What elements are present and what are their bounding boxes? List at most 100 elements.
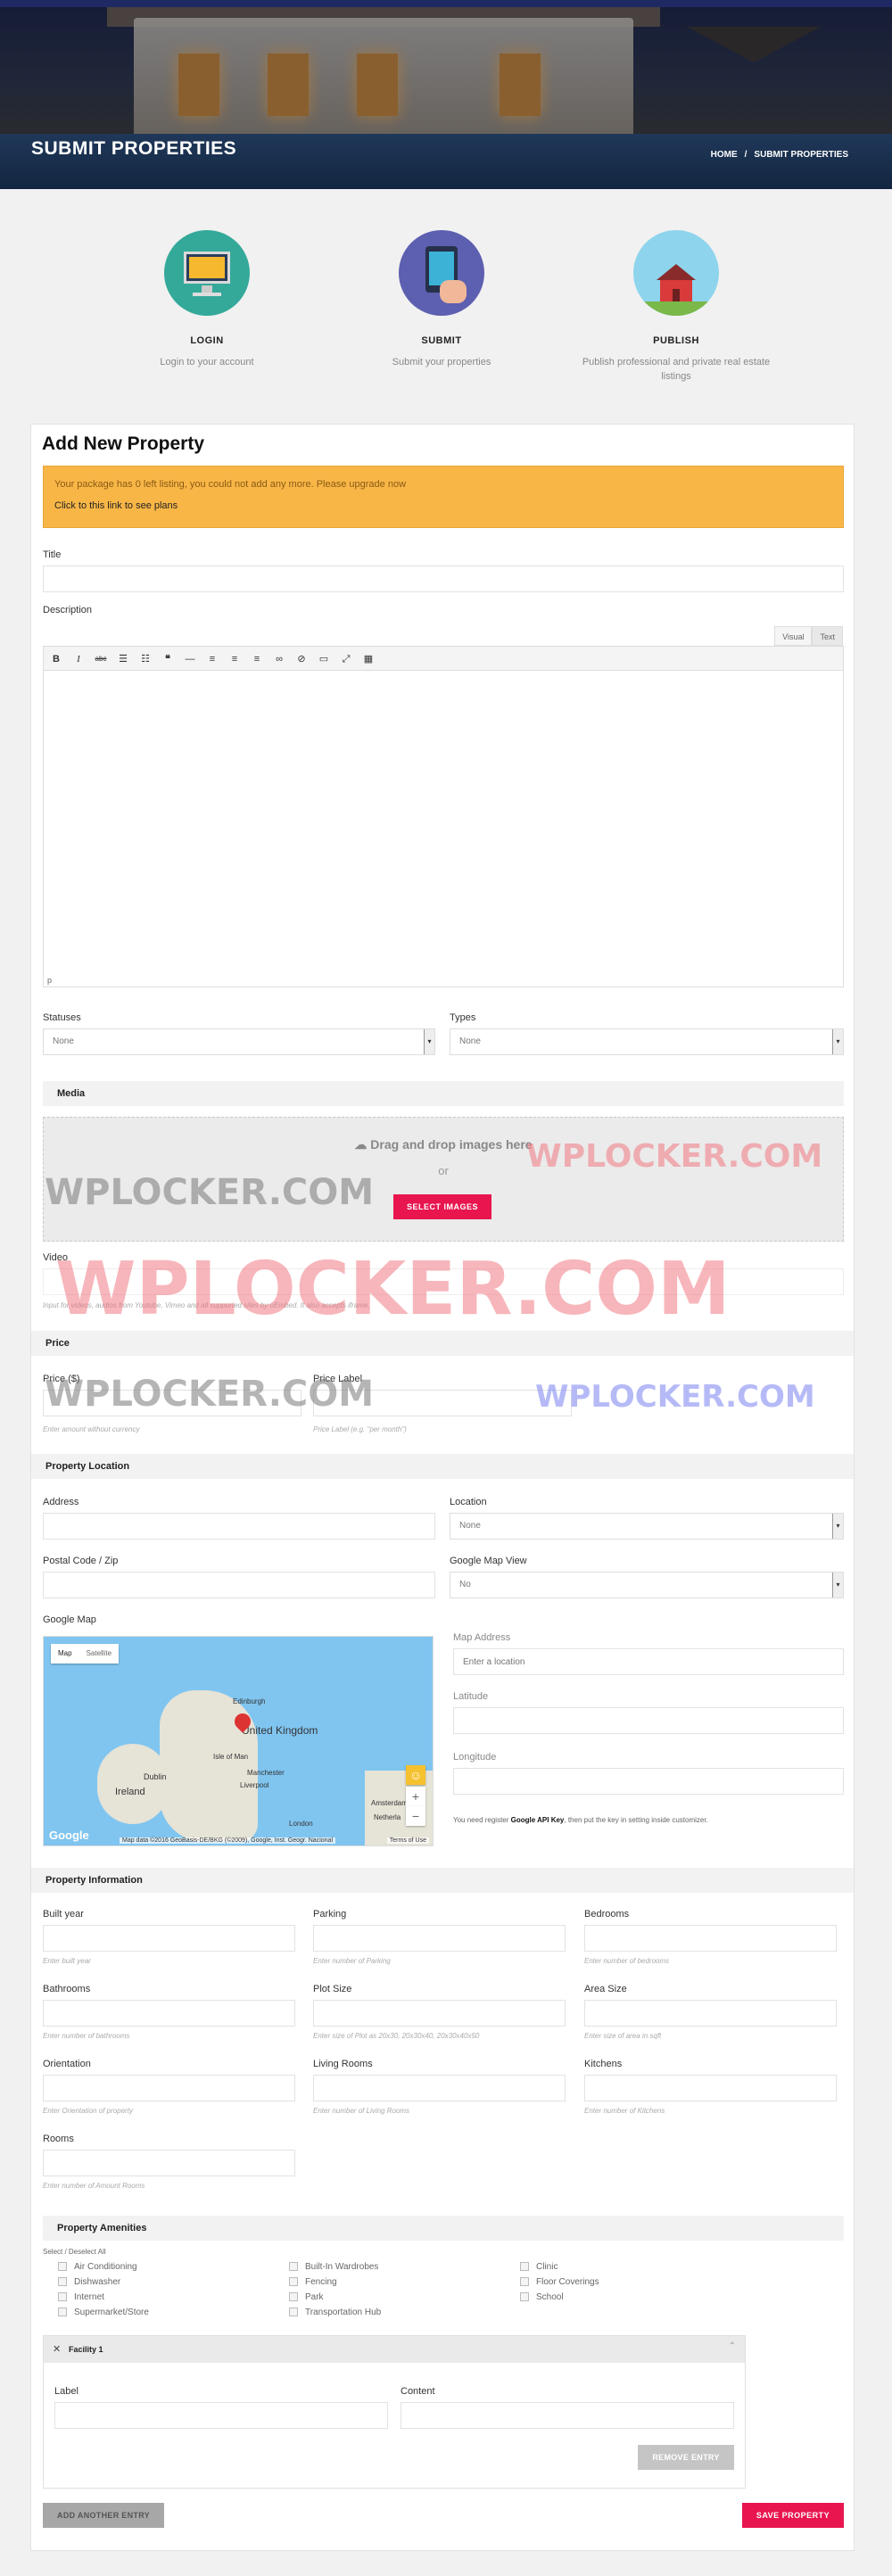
kitchen-sink-icon[interactable]: ▦ <box>361 652 376 666</box>
amenity-checkbox[interactable]: Fencing <box>289 2277 337 2287</box>
add-entry-button[interactable]: ADD ANOTHER ENTRY <box>43 2503 164 2528</box>
facility-label-label: Label <box>54 2386 78 2397</box>
mapview-select[interactable]: No ▾ <box>450 1572 844 1598</box>
amenity-checkbox[interactable]: School <box>520 2292 564 2302</box>
fullscreen-icon[interactable]: ⤢ <box>339 652 353 666</box>
rooms-hint: Enter number of Amount Rooms <box>43 2182 145 2190</box>
collapse-icon[interactable]: ⌃ <box>729 2341 736 2351</box>
plot-size-hint: Enter size of Plot as 20x30, 20x30x40, 2… <box>313 2032 480 2040</box>
step-desc: Login to your account <box>160 357 254 367</box>
description-editor[interactable]: p <box>43 671 844 987</box>
horizontal-rule-icon[interactable]: — <box>183 652 197 666</box>
rooms-label: Rooms <box>43 2134 74 2144</box>
tab-visual[interactable]: Visual <box>774 626 813 646</box>
strikethrough-icon[interactable]: abc <box>94 652 108 666</box>
google-map[interactable]: Map Satellite Edinburgh United Kingdom Is… <box>43 1636 434 1846</box>
longitude-input[interactable] <box>453 1768 844 1795</box>
latitude-input[interactable] <box>453 1707 844 1734</box>
mapview-label: Google Map View <box>450 1556 527 1566</box>
numbered-list-icon[interactable]: ☷ <box>138 652 153 666</box>
facility-group: ✕ Facility 1 ⌃ Label Content REMOVE ENTR… <box>43 2335 746 2489</box>
blockquote-icon[interactable]: ❝ <box>161 652 175 666</box>
price-label: Price ($) <box>43 1374 80 1384</box>
facility-content-input[interactable] <box>401 2402 734 2429</box>
location-select[interactable]: None ▾ <box>450 1513 844 1540</box>
built-year-input[interactable] <box>43 1925 295 1952</box>
pegman-icon[interactable]: ☺ <box>406 1765 425 1785</box>
bold-icon[interactable]: B <box>49 652 63 666</box>
breadcrumb-home[interactable]: HOME <box>711 150 738 160</box>
facility-header[interactable]: ✕ Facility 1 ⌃ <box>44 2336 745 2363</box>
price-label-input[interactable] <box>313 1390 572 1416</box>
facility-label-input[interactable] <box>54 2402 388 2429</box>
read-more-icon[interactable]: ▭ <box>317 652 331 666</box>
align-right-icon[interactable]: ≡ <box>250 652 264 666</box>
plot-size-input[interactable] <box>313 2000 566 2027</box>
area-size-input[interactable] <box>584 2000 837 2027</box>
facility-content-label: Content <box>401 2386 435 2397</box>
save-property-button[interactable]: SAVE PROPERTY <box>742 2503 844 2528</box>
align-center-icon[interactable]: ≡ <box>227 652 242 666</box>
chevron-down-icon: ▾ <box>424 1029 434 1054</box>
rooms-input[interactable] <box>43 2150 295 2176</box>
location-label: Location <box>450 1497 487 1507</box>
map-label: Isle of Man <box>213 1753 249 1761</box>
built-year-label: Built year <box>43 1909 84 1920</box>
orientation-input[interactable] <box>43 2075 295 2101</box>
map-terms-link[interactable]: Terms of Use <box>386 1837 429 1844</box>
statuses-select[interactable]: None ▾ <box>43 1028 435 1055</box>
price-hint: Enter amount without currency <box>43 1425 140 1433</box>
address-input[interactable] <box>43 1513 435 1540</box>
close-icon[interactable]: ✕ <box>53 2343 61 2355</box>
media-section: Media <box>43 1081 844 1106</box>
house-icon <box>633 230 719 316</box>
bedrooms-input[interactable] <box>584 1925 837 1952</box>
postal-input[interactable] <box>43 1572 435 1598</box>
types-select[interactable]: None ▾ <box>450 1028 844 1055</box>
remove-entry-button[interactable]: REMOVE ENTRY <box>638 2445 734 2470</box>
image-dropzone[interactable]: ☁ Drag and drop images here or SELECT IM… <box>43 1117 844 1242</box>
map-label: Edinburgh <box>233 1697 266 1705</box>
zoom-in-icon[interactable]: + <box>406 1787 425 1806</box>
living-rooms-input[interactable] <box>313 2075 566 2101</box>
amenity-checkbox[interactable]: Transportation Hub <box>289 2308 381 2317</box>
api-key-link[interactable]: Google API Key <box>511 1816 565 1824</box>
unlink-icon[interactable]: ⊘ <box>294 652 309 666</box>
area-size-hint: Enter size of area in sqft <box>584 2032 662 2040</box>
tab-text[interactable]: Text <box>812 626 843 646</box>
price-input[interactable] <box>43 1390 301 1416</box>
chevron-down-icon: ▾ <box>832 1514 843 1539</box>
zoom-out-icon[interactable]: − <box>406 1806 425 1826</box>
amenity-checkbox[interactable]: Floor Coverings <box>520 2277 599 2287</box>
select-images-button[interactable]: SELECT IMAGES <box>393 1194 491 1219</box>
page-title: SUBMIT PROPERTIES <box>31 138 237 159</box>
video-hint: Input for videos, audios from Youtube, V… <box>43 1301 370 1309</box>
amenity-checkbox[interactable]: Park <box>289 2292 324 2302</box>
parking-input[interactable] <box>313 1925 566 1952</box>
amenity-checkbox[interactable]: Air Conditioning <box>58 2262 137 2272</box>
kitchens-input[interactable] <box>584 2075 837 2101</box>
plans-link[interactable]: Click to this link to see plans <box>54 500 178 511</box>
amenity-checkbox[interactable]: Clinic <box>520 2262 558 2272</box>
amenity-checkbox[interactable]: Dishwasher <box>58 2277 120 2287</box>
link-icon[interactable]: ∞ <box>272 652 286 666</box>
amenity-checkbox[interactable]: Internet <box>58 2292 104 2302</box>
italic-icon[interactable]: I <box>71 652 86 666</box>
amenity-checkbox[interactable]: Built-In Wardrobes <box>289 2262 378 2272</box>
amenities-select-all[interactable]: Select / Deselect All <box>43 2248 106 2256</box>
map-tab-map[interactable]: Map <box>51 1644 79 1664</box>
amenity-checkbox[interactable]: Supermarket/Store <box>58 2308 149 2317</box>
bullet-list-icon[interactable]: ☰ <box>116 652 130 666</box>
map-tab-satellite[interactable]: Satellite <box>79 1644 119 1664</box>
area-size-label: Area Size <box>584 1984 627 1994</box>
latitude-label: Latitude <box>453 1691 489 1702</box>
video-input[interactable] <box>43 1268 844 1295</box>
align-left-icon[interactable]: ≡ <box>205 652 219 666</box>
map-label: Liverpool <box>240 1781 269 1789</box>
map-address-input[interactable] <box>453 1648 844 1675</box>
kitchens-hint: Enter number of Kitchens <box>584 2107 665 2115</box>
breadcrumb-current: SUBMIT PROPERTIES <box>754 150 848 160</box>
title-input[interactable] <box>43 566 844 592</box>
bathrooms-input[interactable] <box>43 2000 295 2027</box>
parking-hint: Enter number of Parking <box>313 1957 391 1965</box>
